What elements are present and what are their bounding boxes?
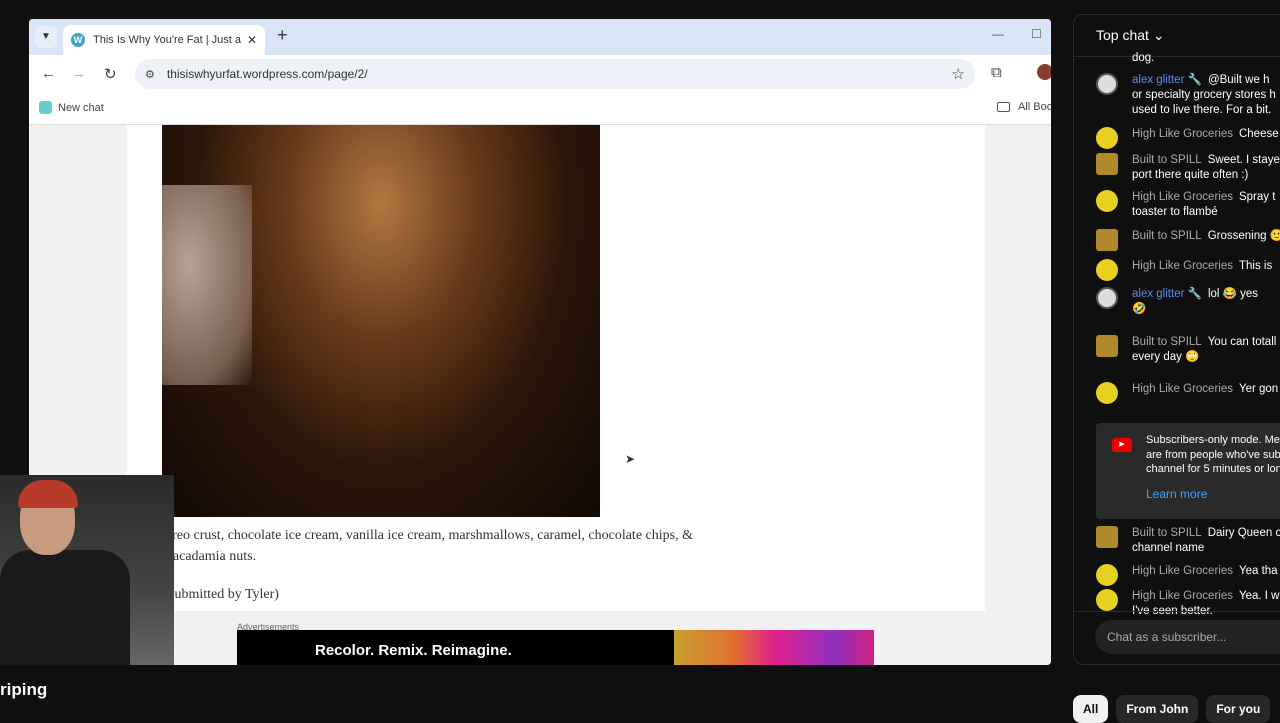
post-caption: Oreo crust, chocolate ice cream, vanilla… [162,528,693,564]
avatar [1096,127,1118,149]
url-text: thisiswhyurfat.wordpress.com/page/2/ [166,67,368,81]
mouse-cursor-icon: ➤ [625,452,636,466]
bookmark-star-icon[interactable]: ☆ [952,65,965,83]
post-content: Oreo crust, chocolate ice cream, vanilla… [127,125,985,611]
bookmark-label: All Bookmarks [1018,101,1051,113]
notice-text: Subscribers-only mode. Mes are from peop… [1146,434,1280,475]
chat-message: alex glitter 🔧 @Built we h or specialty gr… [1096,73,1280,118]
minimize-button[interactable]: — [992,27,1004,41]
post-submitted: (Submitted by Tyler) [162,587,279,602]
chat-message: High Like Groceries Spray t toaster to fla… [1096,190,1280,220]
chat-message: Built to SPILL Grossening 🙂 [1096,229,1280,251]
live-chat: Top chat ⌄ dog. alex glitter 🔧 @Built we … [1073,14,1280,665]
reload-button[interactable]: ↻ [104,65,117,83]
avatar [1096,153,1118,175]
chat-message: High Like Groceries Yer gon [1096,382,1280,404]
profile-avatar[interactable] [1037,64,1051,80]
address-bar[interactable]: ⚙ thisiswhyurfat.wordpress.com/page/2/ ☆ [135,59,975,89]
learn-more-link[interactable]: Learn more [1146,487,1280,502]
bookmark-new-chat[interactable]: New chat [39,101,104,114]
chatgpt-icon [39,101,52,114]
avatar [1096,73,1118,95]
site-info-icon[interactable]: ⚙ [145,68,155,81]
ad-headline: Recolor. Remix. Reimagine. [315,642,512,659]
chat-message: High Like Groceries Cheese [1096,127,1280,149]
bookmarks-bar: New chat All Bookmarks [29,93,1051,125]
wordpress-icon: W [71,33,85,47]
new-tab-button[interactable]: + [277,25,288,46]
back-button[interactable]: ← [41,65,56,82]
chip-all[interactable]: All [1073,695,1109,723]
tab-search-button[interactable]: ▼ [35,26,57,48]
avatar [1096,382,1118,404]
avatar [1096,259,1118,281]
avatar [1096,190,1118,212]
chat-message: alex glitter 🔧 lol 😂 yes 🤣 [1096,287,1280,317]
webcam-overlay [0,475,174,665]
tab-active[interactable]: W This Is Why You're Fat | Just and ✕ [63,25,265,55]
bookmark-label: New chat [58,101,104,114]
chip-from-john[interactable]: From John [1116,695,1199,723]
forward-button[interactable]: → [71,65,86,82]
chat-message: High Like Groceries Yea tha [1096,564,1280,586]
chat-message: Built to SPILL Dairy Queen c channel name [1096,526,1280,556]
dessert-photo [162,125,600,517]
chat-input[interactable]: Chat as a subscriber... [1095,620,1280,654]
chat-message: Built to SPILL You can totall every day 🙄 [1096,335,1280,365]
avatar [1096,526,1118,548]
folder-icon [997,102,1010,112]
chip-for-you[interactable]: For you [1206,695,1271,723]
avatar [1096,229,1118,251]
chat-message: High Like Groceries This is [1096,259,1280,281]
subscribers-only-notice: ▶ Subscribers-only mode. Mes are from pe… [1096,423,1280,519]
page-viewport: Oreo crust, chocolate ice cream, vanilla… [29,125,1051,665]
avatar [1096,589,1118,611]
chat-message: Built to SPILL Sweet. I staye port there q… [1096,153,1280,183]
avatar [1096,564,1118,586]
youtube-icon: ▶ [1112,438,1132,452]
chat-header: Top chat [1096,27,1149,43]
filter-chips: All From John For you [1073,695,1271,723]
browser-window: ▼ W This Is Why You're Fat | Just and ✕ … [29,19,1051,665]
chevron-down-icon: ⌄ [1152,27,1165,43]
avatar [1096,287,1118,309]
tab-strip: ▼ W This Is Why You're Fat | Just and ✕ … [29,19,1051,55]
toolbar: ← → ↻ ⚙ thisiswhyurfat.wordpress.com/pag… [29,55,1051,93]
tab-title: This Is Why You're Fat | Just and [93,34,241,46]
chat-message: High Like Groceries Yea. I w I've seen bet… [1096,589,1280,619]
stream-title: riping [0,680,48,699]
all-bookmarks[interactable]: All Bookmarks [997,101,1051,113]
extensions-icon[interactable]: ⧉ [991,64,1002,81]
chat-message: dog. [1132,52,1155,64]
ad-artwork [674,630,874,665]
close-tab-icon[interactable]: ✕ [247,33,257,47]
avatar [1096,335,1118,357]
maximize-button[interactable]: ☐ [1031,27,1042,41]
ad-banner[interactable]: Recolor. Remix. Reimagine. [237,630,874,665]
